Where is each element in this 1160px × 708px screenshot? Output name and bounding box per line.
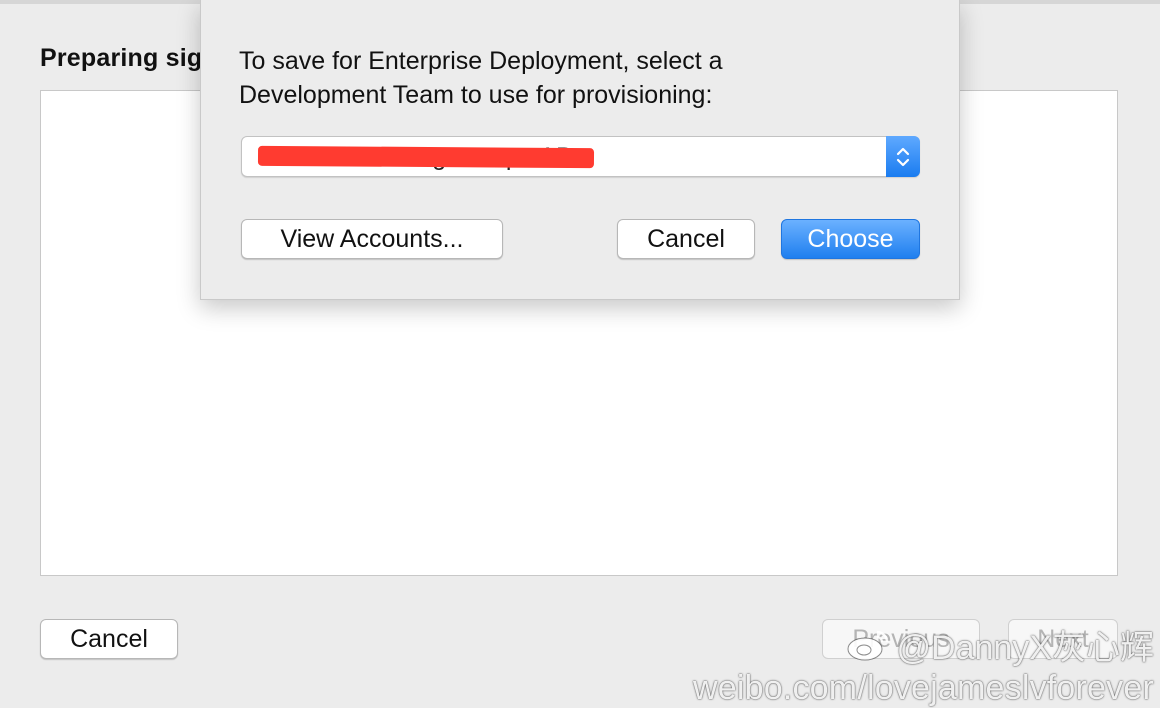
watermark-url: weibo.com/lovejameslvforever	[693, 669, 1154, 707]
team-selection-sheet: To save for Enterprise Deployment, selec…	[200, 0, 960, 300]
cancel-button[interactable]: Cancel	[40, 619, 178, 659]
development-team-select[interactable]: Ultimate Gaming Europe AB	[241, 136, 920, 177]
sheet-cancel-button[interactable]: Cancel	[617, 219, 755, 259]
redaction-mark	[257, 145, 595, 169]
page-title: Preparing sig	[40, 44, 203, 72]
sheet-message: To save for Enterprise Deployment, selec…	[239, 47, 723, 109]
view-accounts-button[interactable]: View Accounts...	[241, 219, 503, 259]
select-stepper-icon[interactable]	[886, 136, 920, 177]
watermark-handle: @DannyX灰心辉	[896, 629, 1154, 667]
weibo-logo-icon	[847, 630, 888, 660]
weibo-watermark: @DannyX灰心辉 weibo.com/lovejameslvforever	[693, 620, 1154, 708]
chevron-up-down-icon	[896, 147, 910, 166]
choose-button[interactable]: Choose	[781, 219, 920, 259]
